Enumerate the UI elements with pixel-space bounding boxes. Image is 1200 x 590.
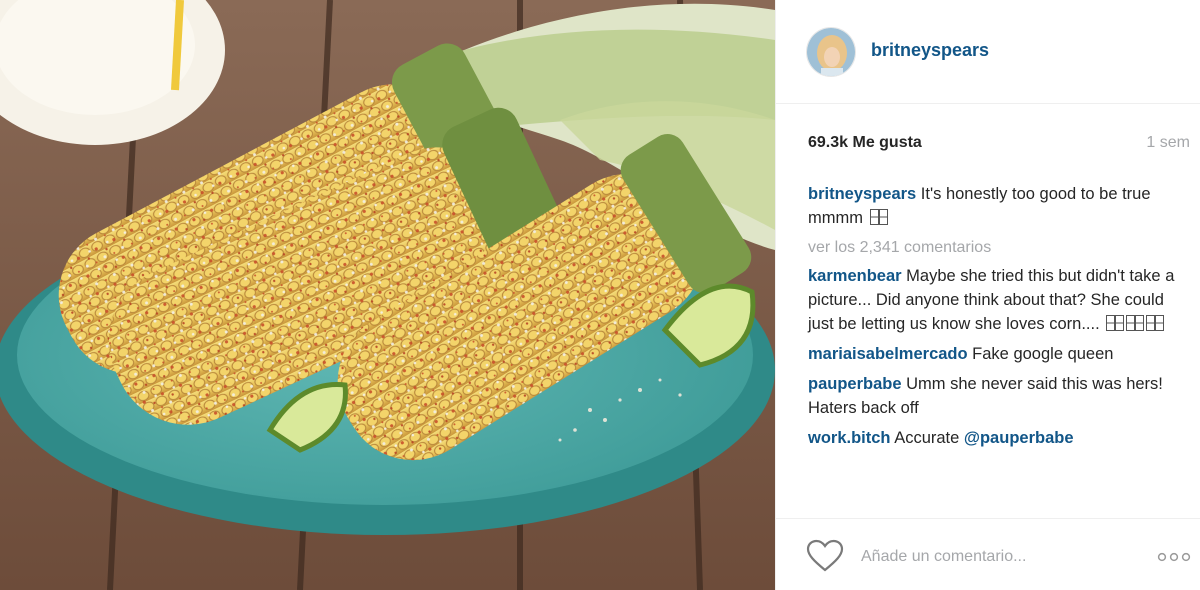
emoji-icon xyxy=(1146,315,1165,331)
post-header: britneyspears xyxy=(776,0,1200,104)
comment: pauperbabe Umm she never said this was h… xyxy=(808,372,1178,420)
comment-username[interactable]: mariaisabelmercado xyxy=(808,345,968,363)
likes-count[interactable]: 69.3k Me gusta xyxy=(808,134,922,152)
emoji-icon xyxy=(869,209,888,225)
comment: mariaisabelmercado Fake google queen xyxy=(808,342,1178,366)
emoji-icon xyxy=(1106,315,1125,331)
comment-username[interactable]: pauperbabe xyxy=(808,375,902,393)
comment: work.bitch Accurate @pauperbabe xyxy=(808,426,1178,450)
caption: britneyspears It's honestly too good to … xyxy=(808,182,1178,230)
comment-username[interactable]: karmenbear xyxy=(808,267,902,285)
avatar[interactable] xyxy=(806,27,856,77)
post-time[interactable]: 1 sem xyxy=(1146,134,1190,152)
comment-text: Accurate xyxy=(890,429,964,447)
comment-username[interactable]: work.bitch xyxy=(808,429,891,447)
post-photo[interactable] xyxy=(0,0,775,590)
caption-username[interactable]: britneyspears xyxy=(808,185,916,203)
post-username[interactable]: britneyspears xyxy=(871,40,989,61)
post-sidebar: britneyspears 69.3k Me gusta 1 sem britn… xyxy=(775,0,1200,590)
comments-section: britneyspears It's honestly too good to … xyxy=(808,182,1178,450)
corn-photo-illustration xyxy=(0,0,775,590)
add-comment-input[interactable] xyxy=(859,543,1123,571)
comment-mention[interactable]: @pauperbabe xyxy=(964,429,1074,447)
view-all-comments-link[interactable]: ver los 2,341 comentarios xyxy=(808,236,1178,260)
more-options-icon[interactable] xyxy=(1157,552,1191,562)
avatar-image xyxy=(807,28,855,76)
comment: karmenbear Maybe she tried this but didn… xyxy=(808,264,1178,336)
emoji-icon xyxy=(1126,315,1145,331)
comment-text: Fake google queen xyxy=(967,345,1114,363)
post-footer xyxy=(776,518,1200,590)
heart-icon[interactable] xyxy=(806,539,844,573)
